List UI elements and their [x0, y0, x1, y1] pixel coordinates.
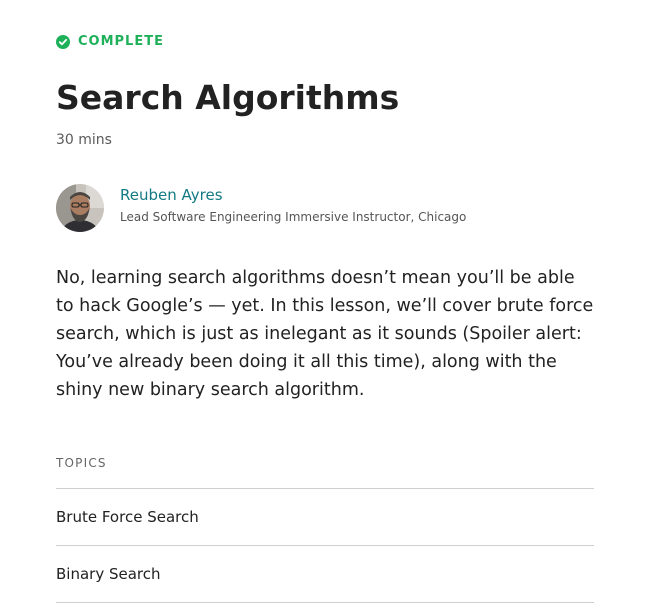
lesson-description: No, learning search algorithms doesn’t m… [56, 268, 594, 400]
lesson-page: COMPLETE Search Algorithms 30 mins Reube… [0, 0, 649, 611]
topics-heading: TOPICS [56, 456, 107, 470]
check-circle-icon [56, 35, 70, 49]
lesson-duration: 30 mins [56, 132, 112, 148]
author-name-link[interactable]: Reuben Ayres [120, 185, 466, 205]
completion-status: COMPLETE [56, 35, 164, 49]
status-label: COMPLETE [78, 34, 164, 49]
author-info: Reuben Ayres Lead Software Engineering I… [120, 186, 467, 225]
topic-list: Brute Force Search Binary Search [56, 488, 594, 603]
topic-item-binary-search[interactable]: Binary Search [56, 545, 594, 603]
topic-item-brute-force-search[interactable]: Brute Force Search [56, 488, 594, 545]
avatar[interactable] [56, 184, 104, 232]
author-block: Reuben Ayres Lead Software Engineering I… [56, 184, 466, 232]
avatar-portrait-image [56, 184, 104, 232]
author-role: Lead Software Engineering Immersive Inst… [120, 210, 467, 224]
page-title: Search Algorithms [56, 78, 400, 117]
